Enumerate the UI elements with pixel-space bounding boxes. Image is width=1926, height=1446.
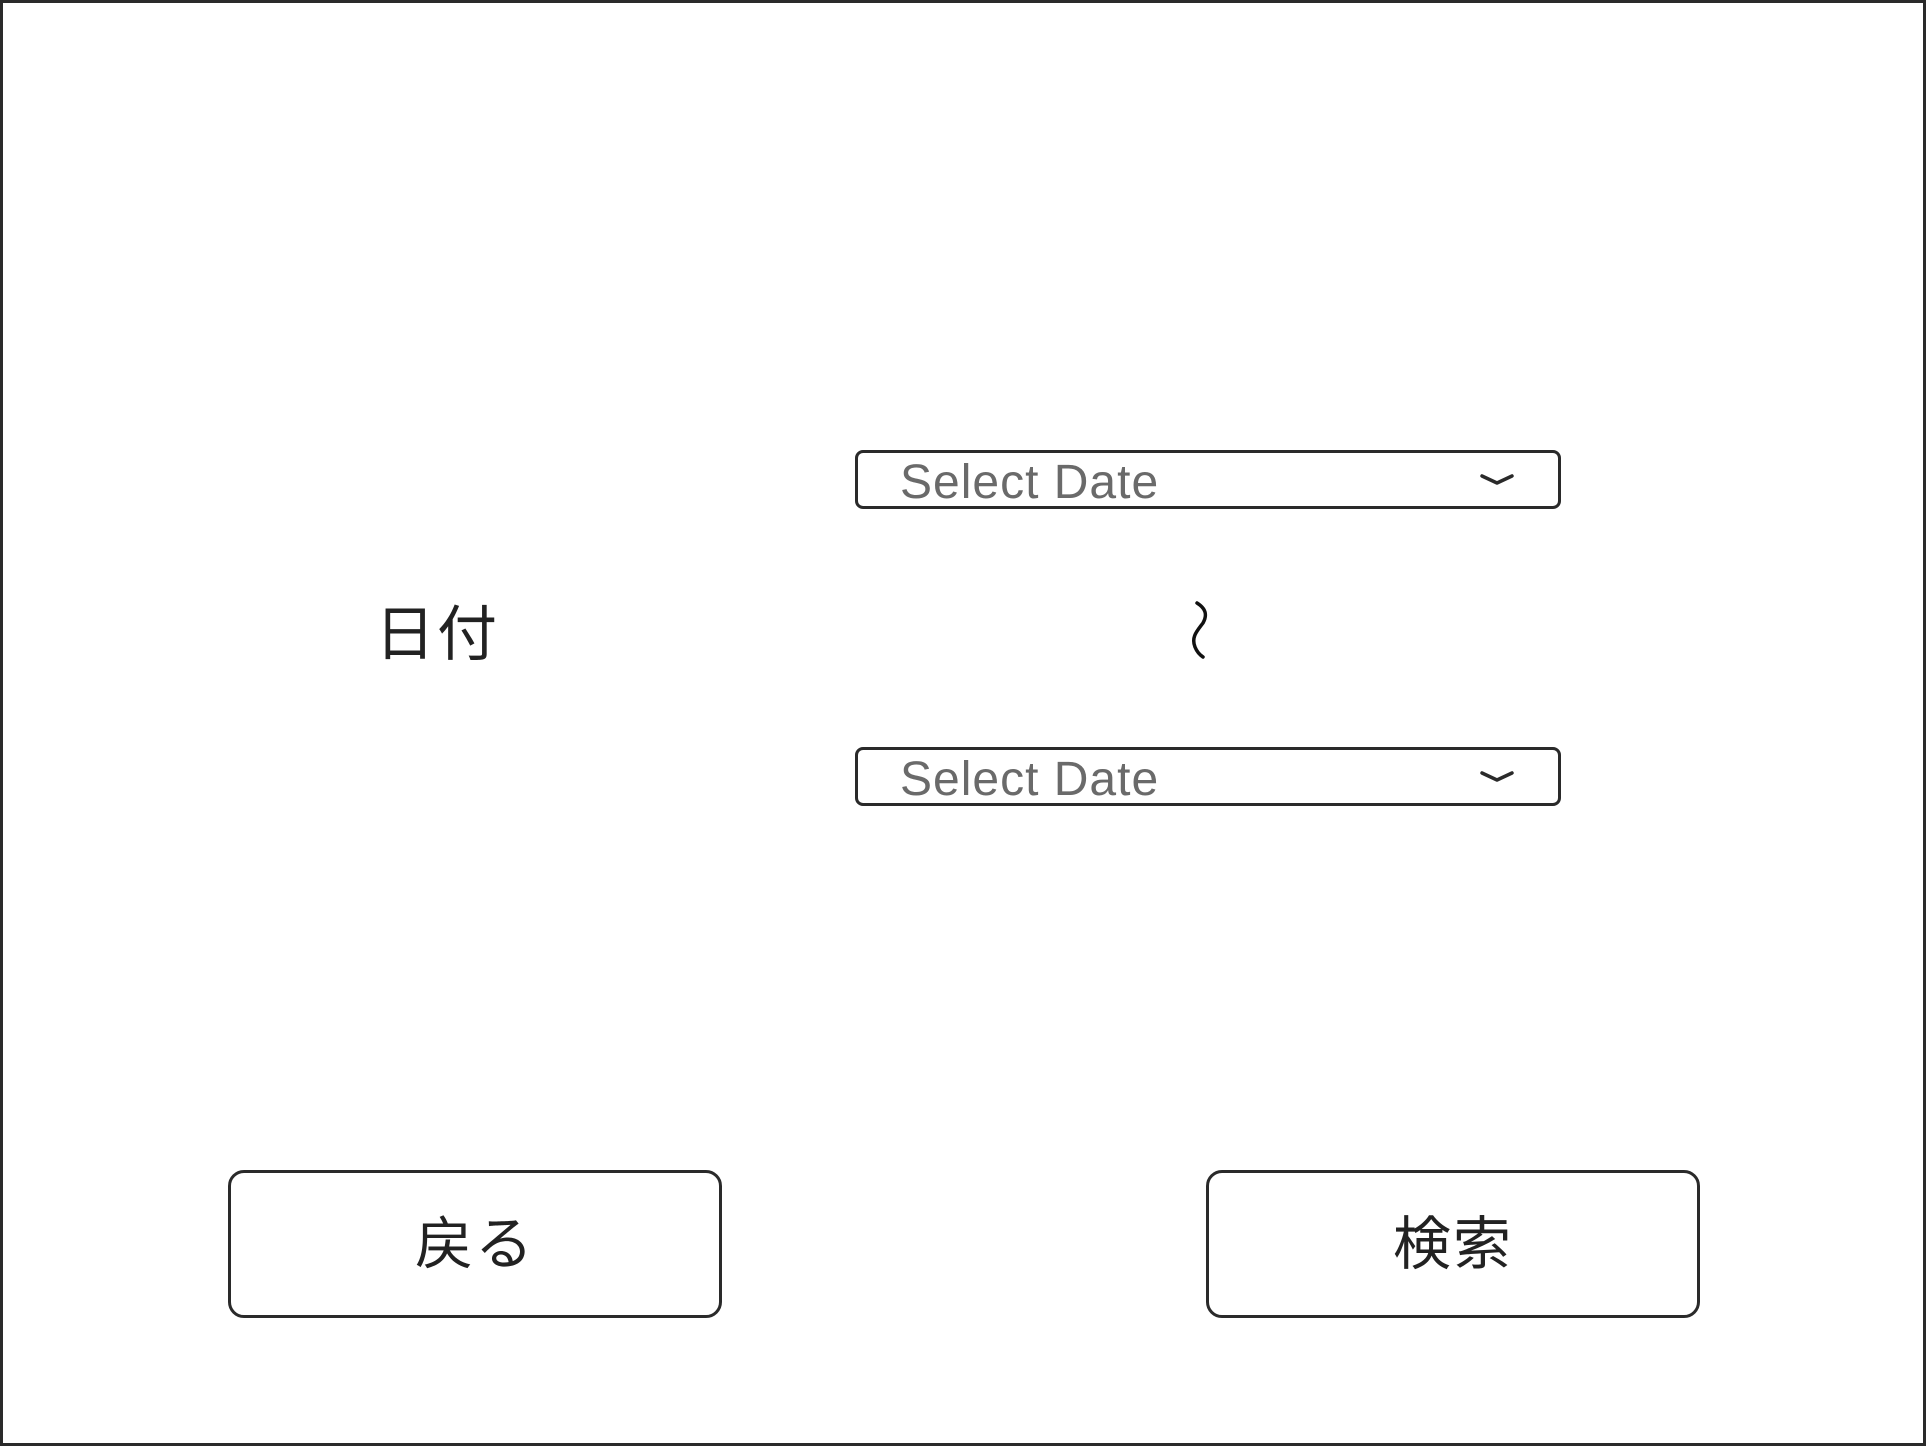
search-button-label: 検索: [1392, 1210, 1513, 1278]
range-separator-tilde: [1191, 601, 1208, 659]
search-button[interactable]: 検索: [1206, 1170, 1700, 1318]
date-to-select[interactable]: Select Date: [855, 747, 1561, 806]
date-from-placeholder: Select Date: [900, 456, 1160, 509]
back-button-label: 戻る: [414, 1210, 535, 1278]
chevron-down-icon: [1480, 771, 1514, 782]
screen-frame: 日付 Select Date Select Date 戻る 検索: [0, 0, 1926, 1446]
date-to-placeholder: Select Date: [900, 753, 1160, 806]
back-button[interactable]: 戻る: [228, 1170, 722, 1318]
chevron-down-icon: [1480, 474, 1514, 485]
date-from-select[interactable]: Select Date: [855, 450, 1561, 509]
date-label: 日付: [375, 600, 499, 670]
